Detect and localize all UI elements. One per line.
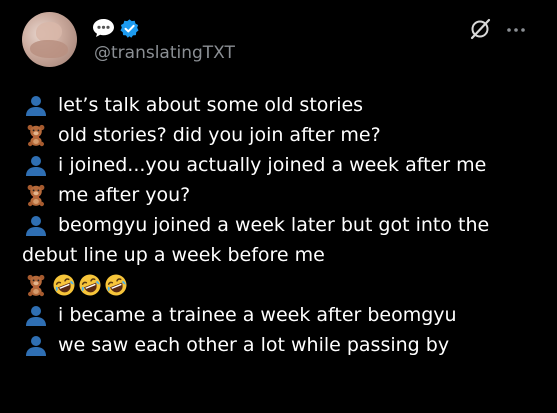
tweet-line-text: beomgyu joined a week later but got into… <box>58 214 490 236</box>
more-options-icon[interactable] <box>504 20 528 40</box>
tweet-line-text: me after you? <box>58 184 191 206</box>
tweet-line-text: debut line up a week before me <box>22 244 325 266</box>
tweet-body: let’s talk about some old stories old st… <box>22 90 544 360</box>
user-handle[interactable]: @translatingTXT <box>94 43 235 63</box>
avatar[interactable] <box>22 12 77 67</box>
grok-icon[interactable] <box>469 18 491 40</box>
verified-badge-icon <box>119 18 140 39</box>
person-icon <box>24 213 48 237</box>
teddy-bear-icon <box>24 273 48 297</box>
person-icon <box>24 333 48 357</box>
tweet-line: old stories? did you join after me? <box>24 120 544 150</box>
tweet-line: let’s talk about some old stories <box>24 90 544 120</box>
tweet-line-text: i joined...you actually joined a week af… <box>58 154 487 176</box>
laughing-icon <box>78 273 102 297</box>
tweet-line: debut line up a week before me <box>22 240 544 270</box>
tweet-line: i joined...you actually joined a week af… <box>24 150 544 180</box>
laughing-icon <box>52 273 76 297</box>
laughing-icon <box>104 273 128 297</box>
display-name-row[interactable] <box>92 16 140 40</box>
tweet-line: beomgyu joined a week later but got into… <box>24 210 544 240</box>
person-icon <box>24 93 48 117</box>
speech-bubble-icon <box>92 18 115 38</box>
tweet-line <box>24 270 544 300</box>
person-icon <box>24 153 48 177</box>
teddy-bear-icon <box>24 123 48 147</box>
tweet-line-text: we saw each other a lot while passing by <box>58 334 450 356</box>
tweet-line-text: old stories? did you join after me? <box>58 124 381 146</box>
tweet-line: we saw each other a lot while passing by <box>24 330 544 360</box>
person-icon <box>24 303 48 327</box>
tweet-line: me after you? <box>24 180 544 210</box>
tweet-line: i became a trainee a week after beomgyu <box>24 300 544 330</box>
tweet-header: @translatingTXT <box>22 12 537 72</box>
teddy-bear-icon <box>24 183 48 207</box>
tweet-line-text: i became a trainee a week after beomgyu <box>58 304 457 326</box>
tweet-line-text: let’s talk about some old stories <box>58 94 364 116</box>
